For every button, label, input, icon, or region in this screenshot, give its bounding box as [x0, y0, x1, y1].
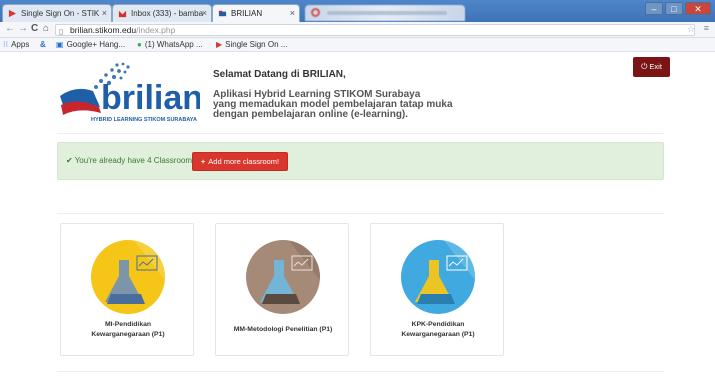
classroom-card[interactable]: MI-Pendidikan Kewarganegaraan (P1) — [60, 223, 194, 356]
bookmark-sso[interactable]: ▶ Single Sign On ... — [216, 40, 287, 49]
bookmark-star-icon[interactable]: ☆ — [687, 24, 695, 35]
classroom-alert: ✔ You're already have 4 Classroom + Add mo… — [57, 142, 664, 180]
description-line: dengan pembelajaran online (e-learning). — [213, 109, 409, 120]
bookmark-delicious[interactable]: & — [40, 40, 49, 49]
classroom-title-line: KPK-Pendidikan — [411, 321, 465, 328]
bookmark-label: (1) WhatsApp ... — [144, 40, 203, 49]
check-icon: ✔ — [66, 156, 73, 165]
address-bar[interactable]: ▯ brilian.stikom.edu/index.php — [55, 24, 695, 36]
minimize-button[interactable]: – — [645, 2, 663, 15]
bookmark-label: Single Sign On ... — [225, 40, 288, 49]
sso-icon: ▶ — [216, 40, 223, 49]
tab-blurred[interactable] — [305, 5, 465, 21]
sso-icon — [8, 9, 17, 18]
maximize-button[interactable]: □ — [665, 2, 683, 15]
tab-brilian[interactable]: BRILIAN × — [212, 4, 300, 22]
classroom-title-line: MM-Metodologi Penelitian (P1) — [233, 326, 333, 333]
bookmark-page-icon: ▣ — [56, 40, 64, 49]
apps-grid-icon: ⁝⁝ — [3, 40, 9, 49]
tab-sso[interactable]: Single Sign On - STIK × — [2, 4, 112, 22]
close-tab-icon[interactable]: × — [202, 8, 207, 18]
welcome-heading: Selamat Datang di BRILIAN, — [213, 69, 346, 80]
logo-wordmark: brilian — [101, 79, 200, 117]
bookmark-whatsapp[interactable]: ● (1) WhatsApp ... — [137, 40, 203, 49]
bookmark-google-hangouts[interactable]: ▣ Google+ Hang... — [56, 40, 125, 49]
close-tab-icon[interactable]: × — [290, 8, 295, 18]
exit-label: Exit — [649, 62, 662, 71]
alert-message: ✔ You're already have 4 Classroom — [66, 156, 192, 165]
window-controls: – □ ✕ — [645, 2, 711, 15]
tab-gmail[interactable]: Inbox (333) - bamba × — [112, 4, 212, 22]
reload-icon[interactable]: C — [31, 23, 38, 34]
exit-button[interactable]: ⏻ Exit — [633, 57, 670, 77]
menu-icon[interactable]: ≡ — [704, 23, 709, 33]
browser-tabbar: Single Sign On - STIK × Inbox (333) - ba… — [0, 0, 715, 22]
logo-subtitle: HYBRID LEARNING STIKOM SURABAYA — [91, 117, 197, 123]
back-icon[interactable]: ← — [5, 23, 15, 34]
add-classroom-label: Add more classroom! — [208, 157, 280, 166]
classroom-title[interactable]: MM-Metodologi Penelitian (P1) — [220, 325, 346, 335]
app-description: Aplikasi Hybrid Learning STIKOM Surabaya… — [213, 90, 453, 120]
browser-toolbar: ← → C ⌂ ▯ brilian.stikom.edu/index.php ☆… — [0, 22, 715, 38]
power-icon: ⏻ — [641, 62, 648, 71]
classroom-title-line: Kewarganegaraan (P1) — [91, 331, 165, 338]
screen: Single Sign On - STIK × Inbox (333) - ba… — [0, 0, 715, 384]
url-host: brilian.stikom.edu — [70, 25, 137, 35]
classroom-title-line: Kewarganegaraan (P1) — [401, 331, 475, 338]
tab-label: Inbox (333) - bamba — [131, 9, 204, 18]
url-path: /index.php — [136, 25, 176, 35]
brilian-logo: brilian HYBRID LEARNING STIKOM SURABAYA — [60, 62, 200, 123]
classroom-title-line: MI-Pendidikan — [104, 321, 152, 328]
classroom-title[interactable]: MI-Pendidikan Kewarganegaraan (P1) — [65, 320, 191, 340]
forward-icon[interactable]: → — [18, 23, 28, 34]
classroom-title[interactable]: KPK-Pendidikan Kewarganegaraan (P1) — [375, 320, 501, 340]
page-icon: ▯ — [59, 27, 64, 36]
divider — [57, 371, 664, 372]
close-window-button[interactable]: ✕ — [685, 2, 711, 15]
science-flask-icon — [91, 240, 165, 314]
classroom-card[interactable]: KPK-Pendidikan Kewarganegaraan (P1) — [370, 223, 504, 356]
page-content: brilian HYBRID LEARNING STIKOM SURABAYA … — [0, 53, 715, 384]
add-classroom-button[interactable]: + Add more classroom! — [192, 152, 288, 171]
gmail-icon — [118, 10, 127, 18]
bookmark-apps[interactable]: ⁝⁝ Apps — [3, 40, 29, 49]
brilian-icon — [218, 10, 227, 17]
science-flask-icon — [401, 240, 475, 314]
divider — [57, 213, 664, 214]
tab-label: BRILIAN — [231, 9, 263, 18]
tab-label: Single Sign On - STIK — [21, 9, 100, 18]
bookmarks-bar: ⁝⁝ Apps & ▣ Google+ Hang... ● (1) WhatsApp … — [0, 38, 715, 52]
alert-text: You're already have 4 Classroom — [74, 156, 192, 165]
plus-icon: + — [200, 157, 206, 166]
bookmark-label: Apps — [11, 40, 30, 49]
science-flask-icon — [246, 240, 320, 314]
blurred-tab-label — [327, 11, 447, 15]
close-tab-icon[interactable]: × — [102, 8, 107, 18]
divider — [57, 133, 664, 134]
classroom-card[interactable]: MM-Metodologi Penelitian (P1) — [215, 223, 349, 356]
bookmark-label: Google+ Hang... — [66, 40, 126, 49]
whatsapp-icon: ● — [137, 40, 142, 49]
home-icon[interactable]: ⌂ — [43, 23, 49, 34]
delicious-icon: & — [40, 40, 46, 49]
chrome-icon — [311, 8, 320, 17]
